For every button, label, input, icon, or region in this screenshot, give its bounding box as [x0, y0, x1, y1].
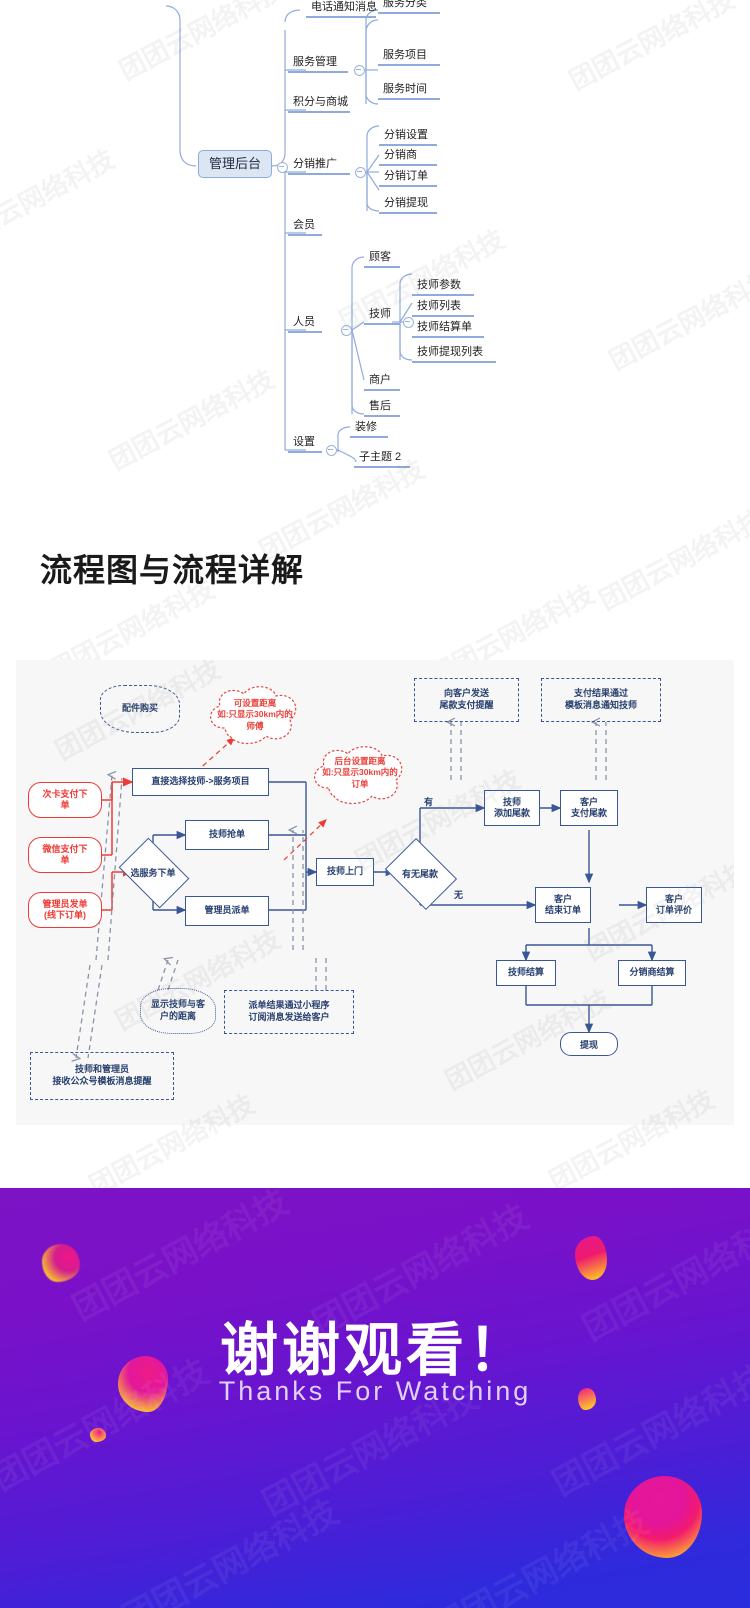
node-underline: [364, 389, 400, 391]
node-underline: [350, 436, 388, 438]
flow-decision-choose-service[interactable]: 选服务下单: [118, 837, 190, 909]
watermark: 团团云网络科技: [116, 1492, 346, 1608]
mindmap-node-subtopic-2[interactable]: 子主题 2: [356, 450, 404, 465]
flow-node-admin-create-order[interactable]: 管理员发单 (线下订单): [28, 892, 102, 928]
flow-note-tech-admin-notice: 技师和管理员 接收公众号模板消息提醒: [30, 1052, 174, 1100]
flow-note-distance-master: 可设置距离 如:只显示30km内的 师傅: [217, 698, 293, 731]
slide-page: 管理后台 电话通知消息 服务管理 积分与商城 分销推广 会员 人员 设置 服务分…: [0, 0, 750, 1608]
flow-note-send-balance-reminder: 向客户发送 尾款支付提醒: [414, 678, 519, 722]
node-underline: [288, 331, 322, 333]
mindmap-node-phone-notice[interactable]: 电话通知消息: [308, 0, 380, 15]
mindmap-node-tech-withdraw-list[interactable]: 技师提现列表: [414, 345, 486, 360]
node-underline: [364, 415, 400, 417]
flow-node-tech-settlement[interactable]: 技师结算: [496, 960, 556, 986]
decor-blob: [575, 1236, 607, 1280]
mindmap-node-distributor[interactable]: 分销商: [381, 148, 420, 163]
mindmap-node-technician[interactable]: 技师: [366, 307, 394, 322]
node-underline: [412, 336, 484, 338]
title-section: 团团云网络科技 团团云网络科技 团团云网络科技 团团云网络科技 流程图与流程详解: [0, 455, 750, 692]
mindmap-node-tech-settlement[interactable]: 技师结算单: [414, 320, 475, 335]
collapse-toggle-personnel[interactable]: [341, 325, 352, 336]
diamond-label: 有无尾款: [401, 868, 438, 879]
node-underline: [412, 294, 474, 296]
flow-note-pay-result-notify: 支付结果通过 模板消息通知技师: [541, 678, 661, 722]
mindmap-node-service-category[interactable]: 服务分类: [380, 0, 430, 11]
flow-node-customer-finish-order[interactable]: 客户 结束订单: [535, 887, 591, 923]
collapse-toggle-service-mgmt[interactable]: [354, 65, 365, 76]
mindmap-node-tech-list[interactable]: 技师列表: [414, 299, 464, 314]
decor-blob: [42, 1244, 80, 1282]
mindmap-node-dist-order[interactable]: 分销订单: [381, 169, 431, 184]
mindmap-node-customer[interactable]: 顾客: [366, 250, 394, 265]
collapse-toggle-distribution[interactable]: [355, 167, 366, 178]
node-underline: [288, 111, 350, 113]
mindmap-node-decoration[interactable]: 装修: [352, 420, 380, 435]
collapse-toggle-settings[interactable]: [326, 445, 337, 456]
node-underline: [379, 164, 437, 166]
mindmap-root[interactable]: 管理后台: [198, 150, 273, 179]
node-underline: [378, 12, 440, 14]
thanks-section: 团团云网络科技 团团云网络科技 团团云网络科技 团团云网络科技 团团云网络科技 …: [0, 1188, 750, 1608]
mindmap-node-dist-withdraw[interactable]: 分销提现: [381, 196, 431, 211]
mindmap-node-settings[interactable]: 设置: [290, 435, 318, 450]
node-underline: [364, 266, 400, 268]
mindmap-node-distribution[interactable]: 分销推广: [290, 157, 340, 172]
flow-node-admin-dispatch[interactable]: 管理员派单: [185, 896, 269, 926]
mindmap-node-member[interactable]: 会员: [290, 218, 318, 233]
flow-node-direct-select-tech[interactable]: 直接选择技师->服务项目: [132, 768, 269, 796]
node-underline: [379, 144, 437, 146]
flow-node-customer-rate-order[interactable]: 客户 订单评价: [646, 887, 702, 923]
flow-node-withdraw[interactable]: 提现: [560, 1032, 618, 1056]
node-underline: [364, 323, 400, 325]
mindmap-node-service-time[interactable]: 服务时间: [380, 82, 430, 97]
collapse-toggle-technician[interactable]: [403, 317, 414, 328]
spacer: 团团云网络科技 团团云网络科技: [0, 1085, 750, 1202]
mindmap-node-aftersales[interactable]: 售后: [366, 399, 394, 414]
node-underline: [378, 98, 440, 100]
collapse-toggle-root[interactable]: [277, 162, 288, 173]
page-title: 流程图与流程详解: [40, 551, 305, 589]
node-underline: [412, 315, 474, 317]
mindmap-node-service-mgmt[interactable]: 服务管理: [290, 55, 340, 70]
flow-note-distance-order: 后台设置距离 如:只显示30km内的 订单: [322, 756, 398, 789]
mindmap-section: 管理后台 电话通知消息 服务管理 积分与商城 分销推广 会员 人员 设置 服务分…: [0, 0, 750, 500]
flow-node-customer-pay-balance[interactable]: 客户 支付尾款: [560, 790, 618, 826]
node-underline: [379, 212, 437, 214]
flow-note-parts-purchase: 配件购买: [100, 685, 180, 733]
mindmap-node-tech-params[interactable]: 技师参数: [414, 278, 464, 293]
edge-label-yes: 有: [424, 797, 434, 807]
flow-node-tech-add-balance[interactable]: 技师 添加尾款: [484, 790, 540, 826]
flow-node-distributor-settlement[interactable]: 分销商结算: [618, 960, 686, 986]
node-underline: [288, 71, 348, 73]
node-underline: [412, 361, 496, 363]
flow-node-wechat-pay-order[interactable]: 微信支付下 单: [28, 837, 102, 873]
mindmap-node-points-mall[interactable]: 积分与商城: [290, 95, 351, 110]
flowchart-section: 次卡支付下 单 微信支付下 单 管理员发单 (线下订单) 直接选择技师->服务项…: [16, 660, 734, 1125]
mindmap-node-merchant[interactable]: 商户: [366, 373, 394, 388]
thanks-title-en: Thanks For Watching: [218, 1376, 532, 1406]
mindmap-node-personnel[interactable]: 人员: [290, 315, 318, 330]
node-underline: [288, 234, 322, 236]
watermark: 团团云网络科技: [426, 1502, 656, 1608]
edge-label-no: 无: [454, 890, 464, 900]
node-underline: [379, 185, 437, 187]
node-underline: [378, 64, 440, 66]
watermark: 团团云网络科技: [594, 504, 750, 617]
node-underline: [306, 16, 376, 18]
thanks-title-cn: 谢谢观看！: [219, 1316, 530, 1384]
flow-note-show-distance: 显示技师与客 户的距离: [140, 988, 216, 1034]
flow-decision-has-balance[interactable]: 有无尾款: [384, 837, 458, 911]
flow-note-dispatch-result: 派单结果通过小程序 订阅消息发送给客户: [224, 990, 354, 1034]
flow-node-tech-grab-order[interactable]: 技师抢单: [185, 820, 269, 850]
mindmap-node-dist-settings[interactable]: 分销设置: [381, 128, 431, 143]
node-underline: [288, 173, 350, 175]
node-underline: [354, 466, 410, 468]
flow-node-tech-arrive[interactable]: 技师上门: [316, 858, 374, 886]
mindmap-node-service-item[interactable]: 服务项目: [380, 48, 430, 63]
diamond-label: 选服务下单: [130, 867, 176, 878]
node-underline: [288, 451, 322, 453]
flow-node-card-pay-order[interactable]: 次卡支付下 单: [28, 782, 102, 818]
